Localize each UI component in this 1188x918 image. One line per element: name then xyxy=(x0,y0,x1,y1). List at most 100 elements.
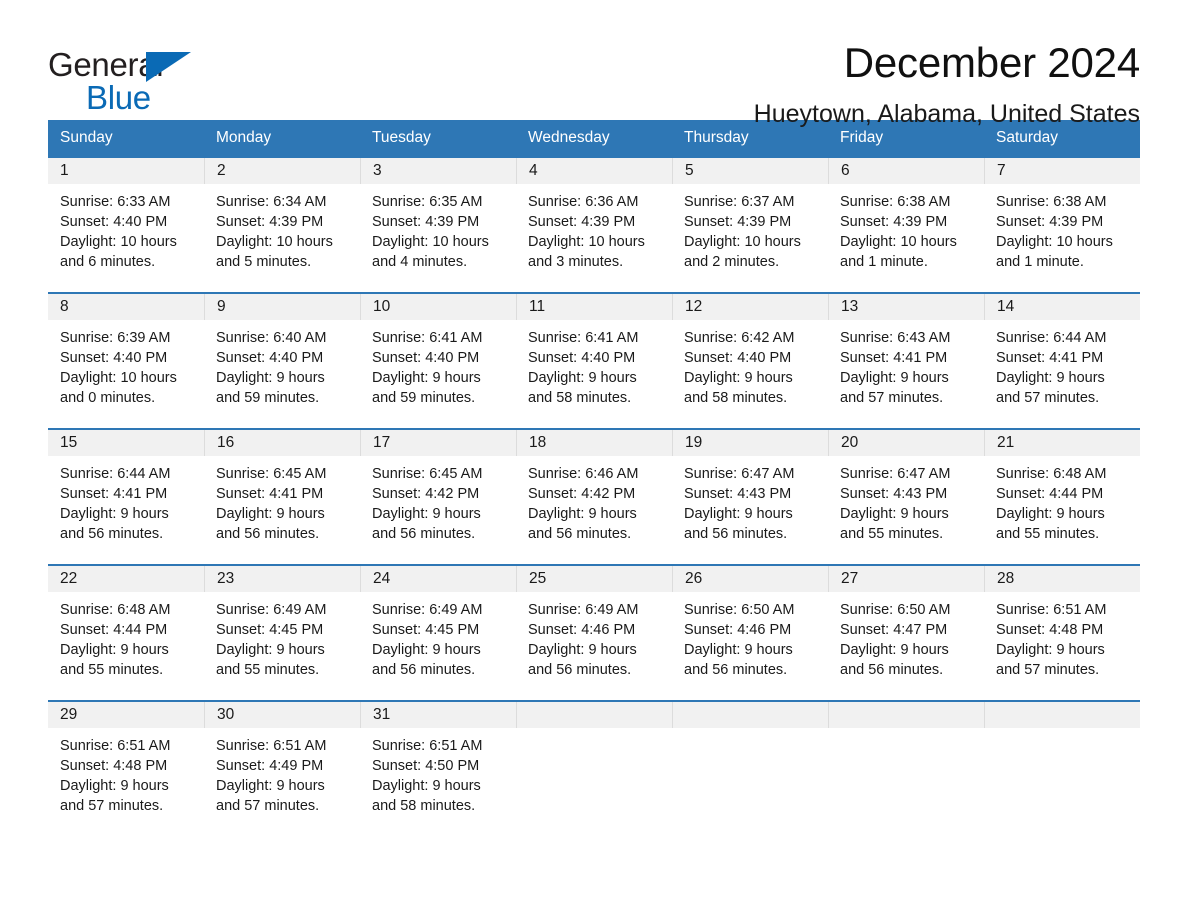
day-cell[interactable]: 28 Sunrise: 6:51 AM Sunset: 4:48 PM Dayligh… xyxy=(984,565,1140,680)
daylight-text-line2: and 56 minutes. xyxy=(60,525,164,542)
daylight-text-line2: and 56 minutes. xyxy=(372,661,476,678)
day-number-band xyxy=(672,701,828,728)
day-cell[interactable]: 16 Sunrise: 6:45 AM Sunset: 4:41 PM Dayligh… xyxy=(204,429,360,544)
sunset-text: Sunset: 4:43 PM xyxy=(840,485,948,502)
day-number-band: 13 xyxy=(828,293,984,320)
sunrise-text: Sunrise: 6:37 AM xyxy=(684,193,795,210)
day-number-band: 29 xyxy=(48,701,204,728)
day-number: 26 xyxy=(685,569,703,587)
day-details: Sunrise: 6:41 AM Sunset: 4:40 PM Daylight:… xyxy=(360,320,516,408)
day-number-band: 21 xyxy=(984,429,1140,456)
daylight-text-line2: and 57 minutes. xyxy=(60,797,164,814)
day-cell[interactable]: 23 Sunrise: 6:49 AM Sunset: 4:45 PM Dayligh… xyxy=(204,565,360,680)
day-cell[interactable]: 18 Sunrise: 6:46 AM Sunset: 4:42 PM Dayligh… xyxy=(516,429,672,544)
title-block: December 2024 Hueytown, Alabama, United … xyxy=(198,42,1141,127)
generalblue-logo[interactable]: General Blue xyxy=(48,42,198,114)
day-number: 11 xyxy=(529,297,546,315)
daylight-text-line1: Daylight: 9 hours xyxy=(372,505,481,522)
sunset-text: Sunset: 4:40 PM xyxy=(60,213,168,230)
day-cell[interactable]: 3 Sunrise: 6:35 AM Sunset: 4:39 PM Daylight… xyxy=(360,157,516,272)
day-cell[interactable]: 20 Sunrise: 6:47 AM Sunset: 4:43 PM Dayligh… xyxy=(828,429,984,544)
sunrise-text: Sunrise: 6:41 AM xyxy=(372,329,483,346)
daylight-text-line1: Daylight: 9 hours xyxy=(996,505,1105,522)
daylight-text-line1: Daylight: 9 hours xyxy=(216,369,325,386)
daylight-text-line2: and 56 minutes. xyxy=(372,525,476,542)
day-cell[interactable]: 21 Sunrise: 6:48 AM Sunset: 4:44 PM Dayligh… xyxy=(984,429,1140,544)
day-details: Sunrise: 6:41 AM Sunset: 4:40 PM Daylight:… xyxy=(516,320,672,408)
day-details: Sunrise: 6:51 AM Sunset: 4:50 PM Daylight:… xyxy=(360,728,516,816)
day-cell[interactable]: 26 Sunrise: 6:50 AM Sunset: 4:46 PM Dayligh… xyxy=(672,565,828,680)
day-cell[interactable]: 12 Sunrise: 6:42 AM Sunset: 4:40 PM Dayligh… xyxy=(672,293,828,408)
day-cell[interactable]: 24 Sunrise: 6:49 AM Sunset: 4:45 PM Dayligh… xyxy=(360,565,516,680)
page-header: General Blue December 2024 Hueytown, Ala… xyxy=(48,0,1140,127)
weekday-header-saturday: Saturday xyxy=(996,129,1059,146)
sunrise-text: Sunrise: 6:45 AM xyxy=(216,465,327,482)
sunset-text: Sunset: 4:41 PM xyxy=(996,349,1104,366)
blue-triangle-icon xyxy=(146,52,191,82)
day-cell[interactable]: 31 Sunrise: 6:51 AM Sunset: 4:50 PM Dayligh… xyxy=(360,701,516,816)
sunset-text: Sunset: 4:39 PM xyxy=(372,213,480,230)
day-number-band: 20 xyxy=(828,429,984,456)
day-cell[interactable]: 29 Sunrise: 6:51 AM Sunset: 4:48 PM Dayligh… xyxy=(48,701,204,816)
sunset-text: Sunset: 4:39 PM xyxy=(684,213,792,230)
daylight-text-line2: and 57 minutes. xyxy=(996,389,1100,406)
weekday-header-tuesday: Tuesday xyxy=(372,129,431,146)
daylight-text-line1: Daylight: 9 hours xyxy=(528,369,637,386)
day-number: 29 xyxy=(60,705,78,723)
day-cell[interactable]: 1 Sunrise: 6:33 AM Sunset: 4:40 PM Daylight… xyxy=(48,157,204,272)
daylight-text-line1: Daylight: 9 hours xyxy=(60,641,169,658)
day-cell[interactable]: 2 Sunrise: 6:34 AM Sunset: 4:39 PM Daylight… xyxy=(204,157,360,272)
daylight-text-line2: and 57 minutes. xyxy=(840,389,944,406)
day-details: Sunrise: 6:33 AM Sunset: 4:40 PM Daylight:… xyxy=(48,184,204,272)
day-number-band: 18 xyxy=(516,429,672,456)
day-details: Sunrise: 6:51 AM Sunset: 4:49 PM Daylight:… xyxy=(204,728,360,816)
day-cell[interactable]: 14 Sunrise: 6:44 AM Sunset: 4:41 PM Dayligh… xyxy=(984,293,1140,408)
daylight-text-line1: Daylight: 9 hours xyxy=(372,777,481,794)
sunset-text: Sunset: 4:46 PM xyxy=(528,621,636,638)
daylight-text-line1: Daylight: 10 hours xyxy=(528,233,645,250)
day-number: 23 xyxy=(217,569,235,587)
weekday-header-thursday: Thursday xyxy=(684,129,749,146)
day-cell[interactable]: 7 Sunrise: 6:38 AM Sunset: 4:39 PM Daylight… xyxy=(984,157,1140,272)
day-cell[interactable]: 15 Sunrise: 6:44 AM Sunset: 4:41 PM Dayligh… xyxy=(48,429,204,544)
day-number: 15 xyxy=(60,433,78,451)
calendar-page: General Blue December 2024 Hueytown, Ala… xyxy=(0,0,1188,918)
day-cell[interactable]: 30 Sunrise: 6:51 AM Sunset: 4:49 PM Dayligh… xyxy=(204,701,360,816)
calendar-table: Sunday Monday Tuesday Wednesday Thursday… xyxy=(48,120,1140,816)
day-cell[interactable]: 19 Sunrise: 6:47 AM Sunset: 4:43 PM Dayligh… xyxy=(672,429,828,544)
daylight-text-line2: and 55 minutes. xyxy=(840,525,944,542)
weekday-header-sunday: Sunday xyxy=(60,129,113,146)
weekday-header-monday: Monday xyxy=(216,129,272,146)
day-details: Sunrise: 6:51 AM Sunset: 4:48 PM Daylight:… xyxy=(48,728,204,816)
daylight-text-line1: Daylight: 9 hours xyxy=(684,369,793,386)
day-cell[interactable]: 4 Sunrise: 6:36 AM Sunset: 4:39 PM Daylight… xyxy=(516,157,672,272)
day-number-band: 7 xyxy=(984,157,1140,184)
week-row: 8 Sunrise: 6:39 AM Sunset: 4:40 PM Daylight… xyxy=(48,291,1140,408)
day-cell[interactable]: 27 Sunrise: 6:50 AM Sunset: 4:47 PM Dayligh… xyxy=(828,565,984,680)
day-cell[interactable]: 17 Sunrise: 6:45 AM Sunset: 4:42 PM Dayligh… xyxy=(360,429,516,544)
sunset-text: Sunset: 4:40 PM xyxy=(372,349,480,366)
day-details: Sunrise: 6:40 AM Sunset: 4:40 PM Daylight:… xyxy=(204,320,360,408)
day-number-band: 17 xyxy=(360,429,516,456)
day-number-band: 28 xyxy=(984,565,1140,592)
day-cell[interactable]: 25 Sunrise: 6:49 AM Sunset: 4:46 PM Dayligh… xyxy=(516,565,672,680)
day-cell[interactable]: 5 Sunrise: 6:37 AM Sunset: 4:39 PM Daylight… xyxy=(672,157,828,272)
sunset-text: Sunset: 4:44 PM xyxy=(996,485,1104,502)
sunrise-text: Sunrise: 6:49 AM xyxy=(216,601,327,618)
daylight-text-line1: Daylight: 9 hours xyxy=(840,641,949,658)
day-cell[interactable]: 6 Sunrise: 6:38 AM Sunset: 4:39 PM Daylight… xyxy=(828,157,984,272)
day-cell[interactable]: 10 Sunrise: 6:41 AM Sunset: 4:40 PM Dayligh… xyxy=(360,293,516,408)
day-details: Sunrise: 6:49 AM Sunset: 4:46 PM Daylight:… xyxy=(516,592,672,680)
day-cell[interactable]: 13 Sunrise: 6:43 AM Sunset: 4:41 PM Dayligh… xyxy=(828,293,984,408)
day-cell[interactable]: 9 Sunrise: 6:40 AM Sunset: 4:40 PM Daylight… xyxy=(204,293,360,408)
day-cell[interactable]: 22 Sunrise: 6:48 AM Sunset: 4:44 PM Dayligh… xyxy=(48,565,204,680)
sunset-text: Sunset: 4:41 PM xyxy=(60,485,168,502)
day-cell[interactable]: 11 Sunrise: 6:41 AM Sunset: 4:40 PM Dayligh… xyxy=(516,293,672,408)
daylight-text-line2: and 57 minutes. xyxy=(216,797,320,814)
day-number-band: 24 xyxy=(360,565,516,592)
sunset-text: Sunset: 4:46 PM xyxy=(684,621,792,638)
day-number-band: 4 xyxy=(516,157,672,184)
daylight-text-line1: Daylight: 9 hours xyxy=(60,505,169,522)
day-cell[interactable]: 8 Sunrise: 6:39 AM Sunset: 4:40 PM Daylight… xyxy=(48,293,204,408)
day-number: 28 xyxy=(997,569,1015,587)
